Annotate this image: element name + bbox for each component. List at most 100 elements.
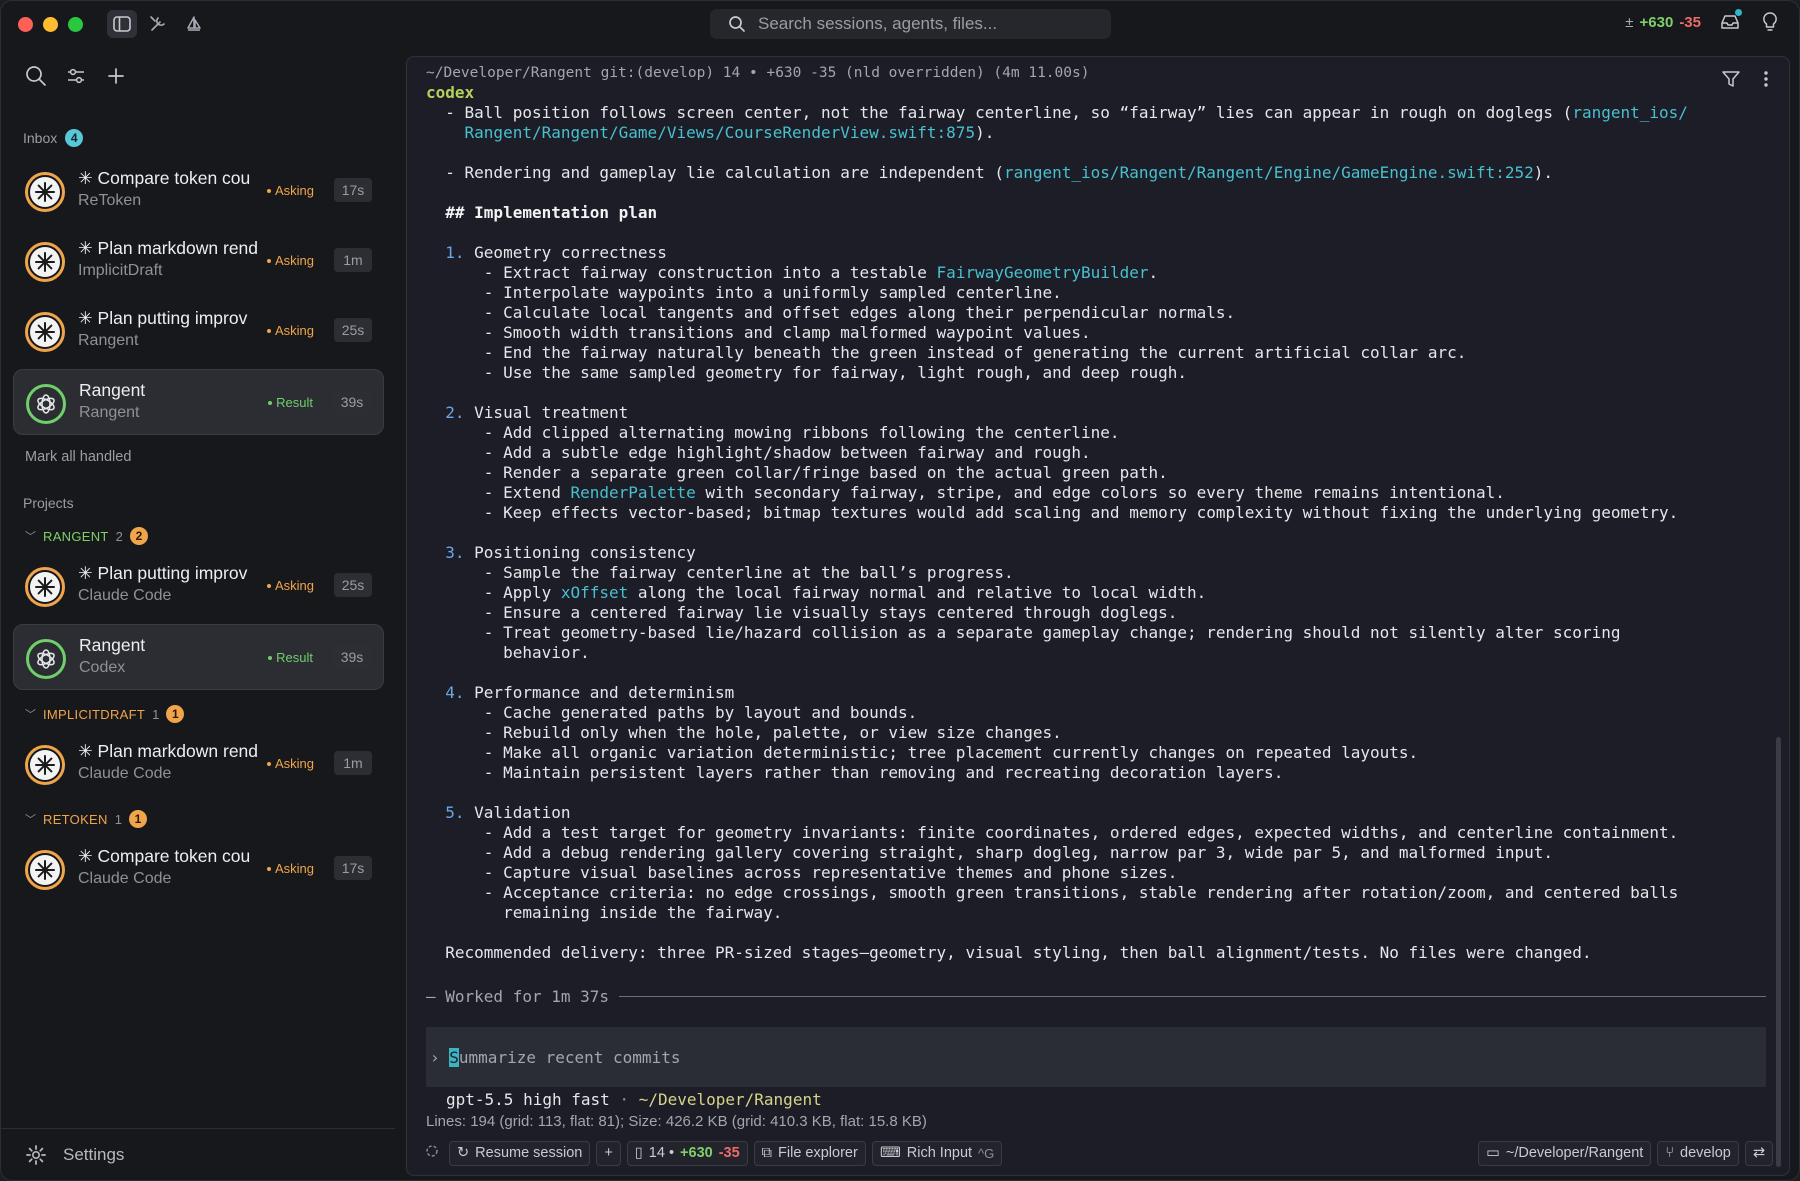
terminal-icon: ⌨ [879, 1145, 901, 1161]
project-header-retoken[interactable]: ﹀ RETOKEN 1 1 [25, 810, 147, 828]
status-badge: Asking [267, 756, 314, 771]
settings-button[interactable]: Settings [1, 1128, 395, 1180]
plus-minus-icon: ± [1625, 13, 1634, 31]
output-line: - Add a test target for geometry invaria… [426, 823, 1679, 842]
session-subtitle: Claude Code [78, 870, 172, 887]
sync-icon[interactable] [425, 1144, 439, 1162]
asterisk-icon [35, 755, 55, 775]
resume-label: Resume session [475, 1145, 583, 1161]
project-session-item[interactable]: Rangent Codex Result 39s [13, 624, 384, 690]
lightbulb-icon[interactable] [1759, 11, 1781, 33]
global-search-input[interactable]: Search sessions, agents, files... [710, 9, 1111, 39]
codex-avatar [26, 639, 66, 679]
projects-header: Projects [23, 495, 74, 511]
elapsed-time: 17s [334, 856, 372, 880]
file-explorer-button[interactable]: ⧉ File explorer [753, 1140, 866, 1166]
elapsed-time: 17s [334, 178, 372, 202]
session-title: ✳ Plan markdown rend [78, 741, 259, 761]
inbox-session-item[interactable]: ✳ Plan putting improv Rangent Asking 25s [13, 298, 384, 364]
search-placeholder: Search sessions, agents, files... [758, 14, 998, 33]
project-session-item[interactable]: ✳ Plan putting improv Claude Code Asking… [13, 553, 384, 619]
status-badge: Asking [267, 578, 314, 593]
project-badge: 1 [166, 705, 185, 723]
tools-icon[interactable] [143, 10, 173, 38]
output-line: - Keep effects vector-based; bitmap text… [426, 503, 1679, 522]
input-caret: S [449, 1047, 459, 1067]
output-line: - Acceptance criteria: no edge crossings… [426, 883, 1679, 902]
elapsed-time: 25s [334, 318, 372, 342]
elapsed-time: 1m [334, 248, 372, 272]
add-button[interactable]: + [596, 1140, 621, 1166]
sail-icon[interactable] [179, 10, 209, 38]
diff-removed: -35 [1679, 13, 1701, 31]
session-subtitle: Codex [79, 659, 126, 676]
minimize-window-button[interactable] [43, 17, 58, 32]
output-line: - Interpolate waypoints into a uniformly… [426, 283, 1062, 302]
claude-avatar [25, 850, 65, 890]
file-icon: ▯ [634, 1145, 643, 1161]
more-options-icon[interactable] [1763, 69, 1769, 94]
path-button[interactable]: ▭ ~/Developer/Rangent [1478, 1140, 1652, 1166]
output-line: - Add clipped alternating mowing ribbons… [426, 423, 1120, 442]
inbox-session-item[interactable]: ✳ Plan markdown rend ImplicitDraft Askin… [13, 228, 384, 294]
project-header-implicitdraft[interactable]: ﹀ IMPLICITDRAFT 1 1 [25, 705, 185, 723]
branch-label: develop [1680, 1145, 1731, 1161]
changes-count: 14 • [648, 1145, 675, 1161]
prompt-input[interactable]: › Summarize recent commits [426, 1027, 1766, 1087]
chevron-down-icon: ﹀ [25, 814, 36, 826]
output-line: - Extract fairway construction into a te… [426, 263, 1159, 282]
elapsed-time: 39s [333, 645, 371, 669]
sidebar: Inbox 4 ✳ Compare token cou ReToken Aski… [1, 47, 395, 1180]
output-line: - Treat geometry-based lie/hazard collis… [426, 623, 1621, 642]
changes-removed: -35 [718, 1145, 740, 1161]
mark-all-handled-link[interactable]: Mark all handled [25, 449, 131, 465]
model-separator: · [619, 1090, 630, 1109]
model-line: gpt-5.5 high fast · ~/Developer/Rangent [446, 1090, 822, 1109]
session-subtitle: ReToken [78, 192, 142, 209]
filter-sliders-icon[interactable] [65, 65, 87, 92]
section-heading: ## Implementation plan [426, 203, 658, 222]
status-badge: Result [268, 395, 313, 410]
changes-button[interactable]: ▯ 14 • +630 -35 [626, 1140, 748, 1166]
session-title: Rangent [79, 380, 146, 400]
terminal-pane[interactable]: ~/Developer/Rangent git:(develop) 14 • +… [406, 56, 1790, 1176]
output-line: Recommended delivery: three PR-sized sta… [426, 943, 1592, 962]
session-title: ✳ Compare token cou [78, 846, 251, 866]
session-subtitle: Rangent [79, 404, 140, 421]
search-icon[interactable] [25, 65, 47, 92]
swap-icon[interactable]: ⇄ [1744, 1140, 1773, 1166]
status-bar: ↻ Resume session + ▯ 14 • +630 -35 ⧉ Fil… [407, 1131, 1789, 1175]
status-badge: Asking [267, 861, 314, 876]
inbox-session-item[interactable]: ✳ Compare token cou ReToken Asking 17s [13, 158, 384, 224]
zoom-window-button[interactable] [68, 17, 83, 32]
changes-added: +630 [680, 1145, 713, 1161]
output-line: behavior. [426, 643, 590, 662]
output-line: - Use the same sampled geometry for fair… [426, 363, 1187, 382]
project-session-item[interactable]: ✳ Plan markdown rend Claude Code Asking … [13, 731, 384, 797]
output-line: 2. Visual treatment [445, 403, 629, 422]
branch-button[interactable]: ⑂ develop [1657, 1140, 1739, 1166]
session-title: ✳ Compare token cou [78, 168, 251, 188]
codex-avatar [26, 384, 66, 424]
output-line: - Cache generated paths by layout and bo… [426, 703, 918, 722]
output-line: - Rebuild only when the hole, palette, o… [426, 723, 1062, 742]
new-session-icon[interactable] [105, 65, 127, 92]
settings-label: Settings [63, 1144, 125, 1164]
sidebar-toggle-icon[interactable] [107, 10, 137, 38]
status-badge: Result [268, 650, 313, 665]
inbox-session-item[interactable]: Rangent Rangent Result 39s [13, 369, 384, 435]
asterisk-icon [35, 860, 55, 880]
project-header-rangent[interactable]: ﹀ RANGENT 2 2 [25, 527, 148, 545]
copy-icon: ⧉ [761, 1145, 773, 1161]
terminal-scrollbar[interactable] [1776, 737, 1781, 1167]
resume-session-button[interactable]: ↻ Resume session [449, 1140, 591, 1166]
project-session-item[interactable]: ✳ Compare token cou Claude Code Asking 1… [13, 836, 384, 902]
output-line: 3. Positioning consistency [445, 543, 696, 562]
inbox-tray-icon[interactable] [1719, 9, 1742, 33]
diff-summary[interactable]: ± +630 -35 [1625, 14, 1701, 31]
chevron-down-icon: ﹀ [25, 531, 36, 543]
worked-divider: — Worked for 1m 37s [426, 987, 1766, 1006]
output-line: - Sample the fairway centerline at the b… [426, 563, 1014, 582]
rich-input-button[interactable]: ⌨ Rich Input ^G [871, 1140, 1003, 1166]
close-window-button[interactable] [18, 17, 33, 32]
